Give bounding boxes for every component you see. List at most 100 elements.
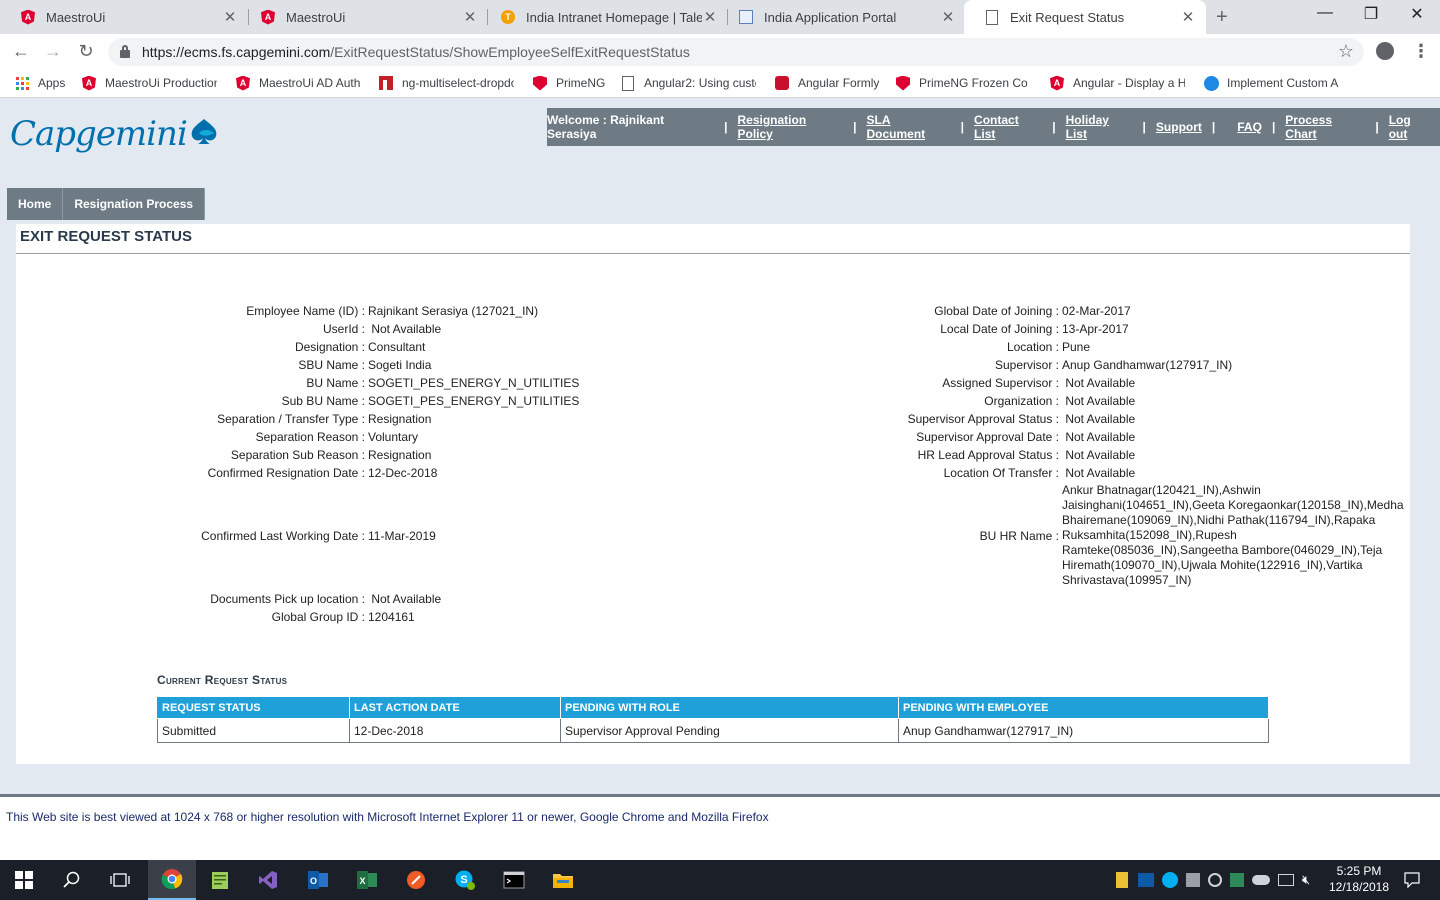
label-bu-name: BU Name : (306, 376, 365, 390)
address-bar[interactable]: https://ecms.fs.capgemini.com/ExitReques… (108, 38, 1364, 66)
excel-icon[interactable]: X (343, 860, 391, 900)
label-location: Location : (1006, 340, 1059, 354)
reload-icon[interactable]: ↻ (75, 41, 97, 62)
tab-exit-request-status[interactable]: Exit Request Status ✕ (964, 0, 1206, 34)
close-icon[interactable]: ✕ (222, 8, 238, 26)
separator: | (1271, 120, 1276, 134)
link-sla-document[interactable]: SLA Document (866, 113, 950, 141)
label-assigned-supervisor: Assigned Supervisor : (942, 376, 1059, 390)
svg-text:O: O (310, 876, 317, 886)
value-sub-bu-name: SOGETI_PES_ENERGY_N_UTILITIES (368, 394, 580, 408)
capgemini-logo[interactable]: Capgemini (10, 114, 219, 154)
terminal-icon[interactable] (490, 860, 538, 900)
search-icon[interactable] (48, 860, 96, 900)
nav-home[interactable]: Home (7, 188, 64, 220)
bookmark-primeng-frozen[interactable]: PrimeNG Frozen Col (895, 75, 1027, 91)
angular-icon: A (20, 9, 36, 25)
link-process-chart[interactable]: Process Chart (1285, 113, 1365, 141)
bookmark-primeng[interactable]: PrimeNG (532, 75, 605, 91)
visual-studio-icon[interactable] (244, 860, 292, 900)
link-holiday-list[interactable]: Holiday List (1066, 113, 1133, 141)
value-hr-lead-approval-status: Not Available (1062, 448, 1136, 462)
link-log-out[interactable]: Log out (1389, 113, 1432, 141)
close-icon[interactable]: ✕ (1180, 8, 1196, 26)
task-view-icon[interactable] (96, 860, 144, 900)
label-separation-type: Separation / Transfer Type : (217, 412, 365, 426)
bookmark-star-icon[interactable]: ☆ (1338, 41, 1354, 62)
separator: | (960, 120, 965, 134)
windows-start-icon[interactable] (0, 860, 48, 900)
label-userid: UserId : (322, 322, 365, 336)
network-globe-icon[interactable] (1208, 873, 1222, 887)
angular-icon: A (81, 75, 97, 91)
postman-icon[interactable] (392, 860, 440, 900)
label-sub-bu-name: Sub BU Name : (281, 394, 365, 408)
bookmark-angular2-custom[interactable]: Angular2: Using custom (620, 75, 756, 91)
separator: | (1375, 120, 1379, 134)
outlook-tray-icon[interactable] (1138, 873, 1154, 887)
minimize-icon[interactable]: — (1302, 4, 1348, 22)
back-icon[interactable]: ← (10, 41, 32, 62)
bookmark-implement-custom[interactable]: Implement Custom A (1203, 75, 1339, 91)
cell-pending-with-employee: Anup Gandhamwar(127917_IN) (898, 718, 1269, 743)
maximize-icon[interactable]: ❐ (1348, 4, 1394, 24)
database-tray-icon[interactable] (1186, 873, 1200, 887)
exit-request-panel: EXIT REQUEST STATUS Employee Name (ID) :… (16, 224, 1410, 764)
column-header: REQUEST STATUS (157, 696, 350, 719)
url-text[interactable]: https://ecms.fs.capgemini.com/ExitReques… (142, 44, 690, 60)
value-userid: Not Available (368, 322, 442, 336)
nav-resignation-process[interactable]: Resignation Process (63, 188, 206, 220)
document-icon (984, 9, 1000, 25)
window-close-icon[interactable]: ✕ (1394, 4, 1440, 24)
label-organization: Organization : (984, 394, 1059, 408)
link-faq[interactable]: FAQ (1237, 120, 1262, 134)
bookmark-maestroui-production[interactable]: A MaestroUi Production (81, 75, 217, 91)
wifi-icon[interactable] (1278, 874, 1294, 886)
separator: | (724, 120, 728, 134)
system-clock[interactable]: 5:25 PM 12/18/2018 (1320, 863, 1398, 895)
bookmark-apps[interactable]: Apps (14, 75, 65, 91)
notepad-plus-icon[interactable] (196, 860, 244, 900)
tab-maestroui-1[interactable]: A MaestroUi ✕ (0, 0, 248, 34)
portal-icon (738, 9, 754, 25)
bookmark-maestroui-ad-auth[interactable]: A MaestroUi AD Auth (235, 75, 360, 91)
close-icon[interactable]: ✕ (702, 8, 718, 26)
bookmark-angular-display[interactable]: A Angular - Display a H (1049, 75, 1185, 91)
footer-text: This Web site is best viewed at 1024 x 7… (6, 810, 769, 824)
outlook-icon[interactable]: O (294, 860, 342, 900)
column-header: PENDING WITH ROLE (560, 696, 899, 719)
formly-icon (774, 75, 790, 91)
column-header: LAST ACTION DATE (349, 696, 561, 719)
tab-india-application-portal[interactable]: India Application Portal ✕ (718, 0, 966, 34)
volume-muted-icon[interactable]: 🔇︎ (1302, 872, 1310, 888)
close-icon[interactable]: ✕ (462, 8, 478, 26)
bookmarks-bar: Apps A MaestroUi Production A MaestroUi … (0, 70, 1440, 98)
browser-tab-strip: A MaestroUi ✕ A MaestroUi ✕ T India Intr… (0, 0, 1440, 34)
close-icon[interactable]: ✕ (940, 8, 956, 26)
header-links-bar: Welcome : Rajnikant Serasiya | Resignati… (547, 108, 1440, 146)
skype-tray-icon[interactable] (1162, 872, 1178, 888)
file-explorer-icon[interactable] (539, 860, 587, 900)
shield-check-icon[interactable] (1230, 873, 1244, 887)
chrome-icon[interactable] (148, 860, 196, 900)
link-contact-list[interactable]: Contact List (974, 113, 1042, 141)
bookmark-angular-formly[interactable]: Angular Formly (774, 75, 879, 91)
profile-avatar-icon[interactable] (1376, 42, 1394, 60)
link-support[interactable]: Support (1156, 120, 1202, 134)
new-tab-icon[interactable]: + (1216, 6, 1228, 29)
separator: | (1142, 120, 1146, 134)
security-shield-icon[interactable] (1116, 872, 1128, 888)
notification-center-icon[interactable] (1392, 860, 1432, 900)
tab-india-intranet[interactable]: T India Intranet Homepage | Talent ✕ (480, 0, 728, 34)
forward-icon[interactable]: → (42, 41, 64, 62)
angular-icon: A (1049, 75, 1065, 91)
onedrive-icon[interactable] (1252, 875, 1270, 885)
label-supervisor-approval-status: Supervisor Approval Status : (907, 412, 1059, 426)
bookmark-ng-multiselect[interactable]: ng-multiselect-dropdown (378, 75, 514, 91)
tab-maestroui-2[interactable]: A MaestroUi ✕ (240, 0, 488, 34)
windows-taskbar: O X S 🔇︎ 5:25 PM 12/18/2018 (0, 860, 1440, 900)
skype-icon[interactable]: S (441, 860, 489, 900)
link-resignation-policy[interactable]: Resignation Policy (737, 113, 843, 141)
label-global-group-id: Global Group ID : (271, 610, 365, 624)
menu-dots-icon[interactable]: ⋮ (1412, 41, 1430, 62)
